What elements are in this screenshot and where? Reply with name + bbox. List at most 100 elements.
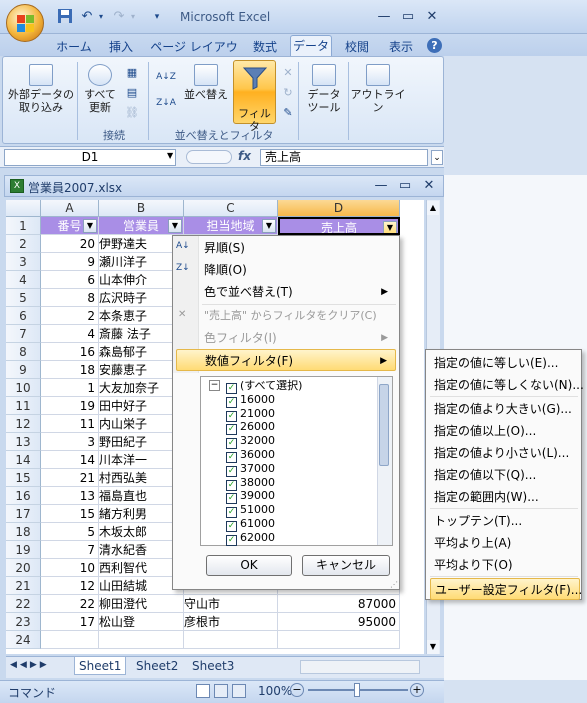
submenu-item[interactable]: 平均より上(A)	[430, 532, 580, 554]
resize-grip-icon[interactable]: ⋰	[390, 580, 398, 589]
checklist-item[interactable]: ✓ (すべて選択)	[226, 379, 302, 394]
row-header[interactable]: 12	[6, 415, 41, 433]
menu-number-filter[interactable]: 数値フィルタ(F) ▶	[176, 349, 396, 371]
row-header[interactable]: 17	[6, 505, 41, 523]
cell-a[interactable]: 12	[41, 577, 99, 595]
checklist-item[interactable]: ✓ 36000	[226, 448, 275, 463]
edit-links-icon[interactable]: ⛓	[124, 106, 140, 120]
cell-d[interactable]: 95000	[278, 613, 400, 631]
submenu-item[interactable]: 平均より下(O)	[430, 554, 580, 576]
column-header-d[interactable]: D	[278, 200, 400, 217]
menu-sort-descending[interactable]: 降順(O)	[176, 259, 396, 281]
wb-minimize-icon[interactable]: —	[370, 178, 392, 194]
external-data-button[interactable]: 外部データの取り込み	[6, 64, 76, 114]
checklist-scroll-thumb[interactable]	[379, 384, 389, 466]
column-header-c[interactable]: C	[184, 200, 278, 217]
sheet-nav-icons[interactable]: ◀◀▶▶	[10, 660, 50, 670]
cell-a[interactable]: 14	[41, 451, 99, 469]
properties-icon[interactable]: ▤	[124, 86, 140, 100]
row-header[interactable]: 2	[6, 235, 41, 253]
row-header[interactable]: 20	[6, 559, 41, 577]
row-header[interactable]: 15	[6, 469, 41, 487]
cell-a[interactable]: 15	[41, 505, 99, 523]
expand-formula-icon[interactable]: ⌄	[431, 150, 443, 165]
row-header[interactable]: 24	[6, 631, 41, 649]
column-header-b[interactable]: B	[99, 200, 184, 217]
undo-dropdown-icon[interactable]: ▾	[92, 8, 110, 26]
cancel-button[interactable]: キャンセル	[302, 555, 390, 576]
row-header[interactable]: 13	[6, 433, 41, 451]
sort-za-icon[interactable]: Z↓A	[156, 96, 176, 110]
submenu-item[interactable]: トップテン(T)...	[430, 510, 580, 532]
submenu-item[interactable]: 指定の値に等しい(E)...	[430, 352, 580, 374]
collapse-icon[interactable]: −	[209, 380, 220, 391]
cell-a[interactable]	[41, 631, 99, 649]
menu-clear-filter[interactable]: "売上高" からフィルタをクリア(C)	[176, 305, 396, 327]
cell-a[interactable]: 1	[41, 379, 99, 397]
cell-c[interactable]: 担当地域 ▼	[184, 217, 278, 235]
checklist-item[interactable]: ✓ 37000	[226, 462, 275, 477]
column-header-a[interactable]: A	[41, 200, 99, 217]
cell-a[interactable]: 10	[41, 559, 99, 577]
cell-b[interactable]: 松山登	[99, 613, 184, 631]
horizontal-scrollbar[interactable]	[300, 660, 420, 674]
sort-az-icon[interactable]: A↓Z	[156, 70, 176, 84]
submenu-item[interactable]: 指定の値以上(O)...	[430, 420, 580, 442]
menu-color-filter[interactable]: 色フィルタ(I) ▶	[176, 327, 396, 349]
splitter-handle[interactable]	[186, 150, 232, 164]
tab-review[interactable]: 校閲	[337, 38, 377, 56]
connections-icon[interactable]: ▦	[124, 66, 140, 80]
sheet-tab-1[interactable]: Sheet1	[74, 657, 127, 675]
submenu-item[interactable]: 指定の値より小さい(L)...	[430, 442, 580, 464]
row-header[interactable]: 7	[6, 325, 41, 343]
close-icon[interactable]: ✕	[421, 9, 443, 25]
row-header[interactable]: 4	[6, 271, 41, 289]
cell-d[interactable]	[278, 631, 400, 649]
submenu-item[interactable]: 指定の範囲内(W)...	[430, 486, 580, 508]
redo-dropdown-icon[interactable]: ▾	[124, 8, 142, 26]
tab-insert[interactable]: 挿入	[100, 38, 142, 56]
cell-d[interactable]: 87000	[278, 595, 400, 613]
cell-a[interactable]: 18	[41, 361, 99, 379]
cell-a[interactable]: 22	[41, 595, 99, 613]
tab-page-layout[interactable]: ページ レイアウト	[150, 38, 238, 72]
fx-icon[interactable]: fx	[238, 149, 258, 163]
cell-d[interactable]: 売上高 ▼	[278, 217, 400, 235]
row-header[interactable]: 5	[6, 289, 41, 307]
cell-a[interactable]: 4	[41, 325, 99, 343]
row-header[interactable]: 1	[6, 217, 41, 235]
save-icon[interactable]	[56, 8, 74, 26]
submenu-item[interactable]: 指定の値に等しくない(N)...	[430, 374, 584, 396]
row-header[interactable]: 6	[6, 307, 41, 325]
cell-b[interactable]: 柳田澄代	[99, 595, 184, 613]
restore-icon[interactable]: ▭	[397, 9, 419, 25]
clear-filter-icon[interactable]: ✕	[280, 66, 296, 80]
cell-a[interactable]: 21	[41, 469, 99, 487]
cell-b[interactable]: 営業員 ▼	[99, 217, 184, 235]
wb-restore-icon[interactable]: ▭	[394, 178, 416, 194]
advanced-filter-icon[interactable]: ✎	[280, 106, 296, 120]
cell-c[interactable]: 彦根市	[184, 613, 278, 631]
sort-button[interactable]: 並べ替え	[184, 64, 228, 101]
submenu-item[interactable]: 指定の値以下(Q)...	[430, 464, 580, 486]
scroll-up-icon[interactable]: ▲	[427, 201, 439, 215]
outline-button[interactable]: アウトライン	[350, 64, 406, 114]
tab-view[interactable]: 表示	[381, 38, 421, 56]
menu-sort-by-color[interactable]: 色で並べ替え(T) ▶	[176, 281, 396, 303]
page-layout-view-icon[interactable]	[214, 684, 228, 698]
help-icon[interactable]: ?	[427, 38, 442, 53]
row-header[interactable]: 22	[6, 595, 41, 613]
filter-dropdown-icon[interactable]: ▼	[168, 219, 182, 233]
cell-a[interactable]: 11	[41, 415, 99, 433]
wb-close-icon[interactable]: ✕	[418, 178, 440, 194]
row-header[interactable]: 18	[6, 523, 41, 541]
cell-a[interactable]: 16	[41, 343, 99, 361]
sheet-tab-2[interactable]: Sheet2	[132, 657, 182, 675]
cell-a[interactable]: 6	[41, 271, 99, 289]
tab-formulas[interactable]: 数式	[245, 38, 285, 56]
checklist-item[interactable]: ✓ 21000	[226, 407, 275, 422]
checklist-item[interactable]: ✓ 39000	[226, 489, 275, 505]
cell-a[interactable]: 20	[41, 235, 99, 253]
submenu-item[interactable]: 指定の値より大きい(G)...	[430, 398, 580, 420]
checkbox-checked-icon[interactable]: ✓	[226, 534, 237, 546]
